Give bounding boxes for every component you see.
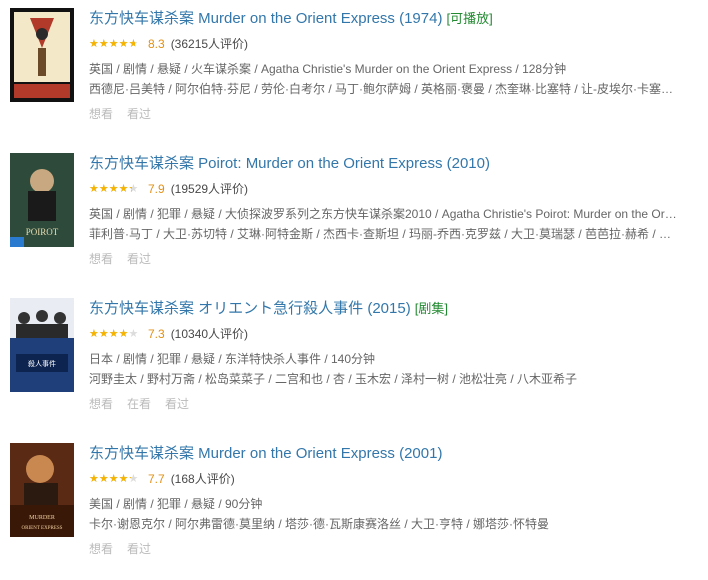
watched-link[interactable]: 看过 [127, 542, 151, 556]
poster-image: POIROT [10, 153, 74, 247]
svg-text:POIROT: POIROT [26, 227, 59, 237]
rating-score: 7.7 [148, 472, 165, 486]
movie-poster[interactable]: 殺人事件 [10, 298, 74, 392]
movie-poster[interactable]: MURDER ORIENT EXPRESS [10, 443, 74, 537]
action-links: 想看 在看 看过 [89, 395, 689, 413]
rating-count: (10340人评价) [170, 327, 249, 341]
action-links: 想看 看过 [89, 105, 689, 123]
title-line: 东方快车谋杀案 Murder on the Orient Express (19… [89, 8, 689, 30]
title-line: 东方快车谋杀案 Poirot: Murder on the Orient Exp… [89, 153, 689, 175]
result-item: MURDER ORIENT EXPRESS 东方快车谋杀案 Murder on … [0, 435, 708, 580]
result-info: 东方快车谋杀案 オリエント急行殺人事件 (2015) [剧集] ★★★★★ ★★★… [89, 298, 689, 413]
action-links: 想看 看过 [89, 250, 689, 268]
want-to-watch-link[interactable]: 想看 [89, 107, 113, 121]
result-item: POIROT 东方快车谋杀案 Poirot: Murder on the Ori… [0, 145, 708, 290]
search-results-list: 东方快车谋杀案 Murder on the Orient Express (19… [0, 0, 708, 575]
rating-count: (36215人评价) [170, 37, 249, 51]
svg-text:殺人事件: 殺人事件 [28, 359, 56, 368]
movie-cast: 西德尼·吕美特 / 阿尔伯特·芬尼 / 劳伦·白考尔 / 马丁·鲍尔萨姆 / 英… [89, 82, 679, 96]
rating-score: 7.3 [148, 327, 165, 341]
rating-score: 7.9 [148, 182, 165, 196]
want-to-watch-link[interactable]: 想看 [89, 397, 113, 411]
movie-meta: 日本 / 剧情 / 犯罪 / 悬疑 / 东洋特快杀人事件 / 140分钟 [89, 352, 376, 366]
movie-meta: 英国 / 剧情 / 悬疑 / 火车谋杀案 / Agatha Christie's… [89, 62, 567, 76]
watched-link[interactable]: 看过 [165, 397, 189, 411]
poster-image: 殺人事件 [10, 298, 74, 392]
svg-text:MURDER: MURDER [29, 515, 55, 521]
svg-text:ORIENT EXPRESS: ORIENT EXPRESS [22, 526, 63, 531]
want-to-watch-link[interactable]: 想看 [89, 542, 113, 556]
movie-cast: 卡尔·谢恩克尔 / 阿尔弗雷德·莫里纳 / 塔莎·德·瓦斯康赛洛丝 / 大卫·亨… [89, 517, 549, 531]
series-tag[interactable]: [剧集] [415, 301, 448, 316]
result-info: 东方快车谋杀案 Poirot: Murder on the Orient Exp… [89, 153, 689, 268]
rating-line: ★★★★★ ★★★★★ 8.3 (36215人评价) [89, 35, 689, 53]
rating-count: (168人评价) [170, 472, 235, 486]
watching-link[interactable]: 在看 [127, 397, 151, 411]
watched-link[interactable]: 看过 [127, 252, 151, 266]
rating-count: (19529人评价) [170, 182, 249, 196]
result-info: 东方快车谋杀案 Murder on the Orient Express (19… [89, 8, 689, 123]
movie-title-link[interactable]: 东方快车谋杀案 Murder on the Orient Express (20… [89, 445, 442, 462]
movie-meta: 美国 / 剧情 / 犯罪 / 悬疑 / 90分钟 [89, 497, 263, 511]
poster-image: MURDER ORIENT EXPRESS [10, 443, 74, 537]
star-rating-icon: ★★★★★ ★★★★★ [89, 38, 139, 50]
movie-cast: 菲利普·马丁 / 大卫·苏切特 / 艾琳·阿特金斯 / 杰西卡·查斯坦 / 玛丽… [89, 227, 679, 241]
title-line: 东方快车谋杀案 Murder on the Orient Express (20… [89, 443, 689, 465]
star-rating-icon: ★★★★★ ★★★★★ [89, 473, 139, 485]
watched-link[interactable]: 看过 [127, 107, 151, 121]
movie-poster[interactable] [10, 8, 74, 102]
want-to-watch-link[interactable]: 想看 [89, 252, 113, 266]
movie-title-link[interactable]: 东方快车谋杀案 オリエント急行殺人事件 (2015) [89, 300, 411, 317]
title-line: 东方快车谋杀案 オリエント急行殺人事件 (2015) [剧集] [89, 298, 689, 320]
rating-line: ★★★★★ ★★★★★ 7.9 (19529人评价) [89, 180, 689, 198]
rating-score: 8.3 [148, 37, 165, 51]
star-rating-icon: ★★★★★ ★★★★★ [89, 183, 139, 195]
movie-meta: 英国 / 剧情 / 犯罪 / 悬疑 / 大侦探波罗系列之东方快车谋杀案2010 … [89, 207, 679, 221]
movie-cast: 河野圭太 / 野村万斋 / 松岛菜菜子 / 二宫和也 / 杏 / 玉木宏 / 泽… [89, 372, 578, 386]
action-links: 想看 看过 [89, 540, 689, 558]
playable-tag[interactable]: [可播放] [446, 11, 492, 26]
rating-line: ★★★★★ ★★★★★ 7.3 (10340人评价) [89, 325, 689, 343]
movie-title-link[interactable]: 东方快车谋杀案 Poirot: Murder on the Orient Exp… [89, 155, 490, 172]
result-info: 东方快车谋杀案 Murder on the Orient Express (20… [89, 443, 689, 558]
result-item: 东方快车谋杀案 Murder on the Orient Express (19… [0, 0, 708, 145]
star-rating-icon: ★★★★★ ★★★★★ [89, 328, 139, 340]
movie-title-link[interactable]: 东方快车谋杀案 Murder on the Orient Express (19… [89, 10, 442, 27]
poster-image [10, 8, 74, 102]
result-item: 殺人事件 东方快车谋杀案 オリエント急行殺人事件 (2015) [剧集] ★★★★… [0, 290, 708, 435]
movie-poster[interactable]: POIROT [10, 153, 74, 247]
rating-line: ★★★★★ ★★★★★ 7.7 (168人评价) [89, 470, 689, 488]
